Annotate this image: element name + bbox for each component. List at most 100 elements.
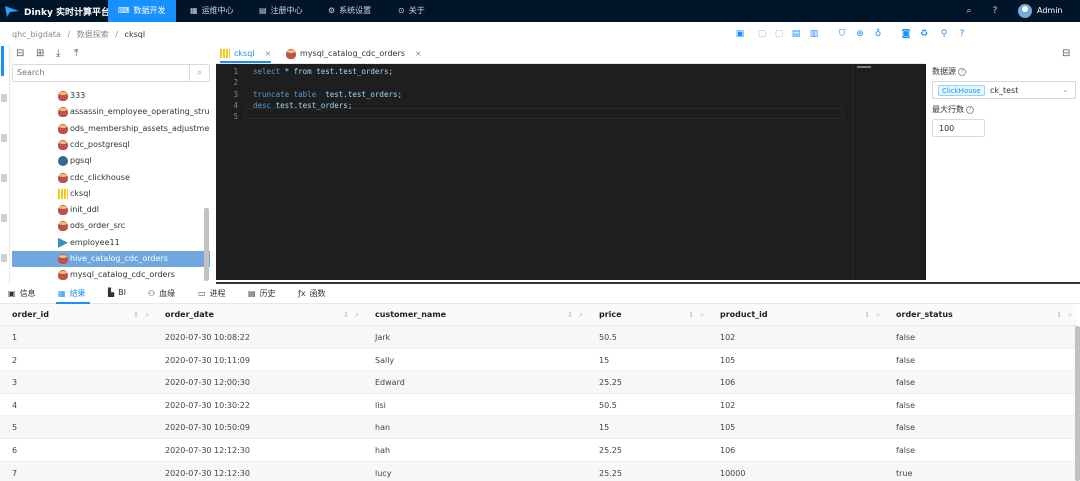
save-icon[interactable]: ▤ — [790, 28, 802, 40]
filter-icon[interactable]: ⌕ — [700, 304, 704, 326]
table-cell: 15 — [599, 355, 610, 365]
new-file-icon[interactable]: ⊞ — [36, 48, 44, 59]
upload-icon[interactable]: ⤒ — [74, 48, 78, 59]
sort-icon[interactable]: ⇕ — [864, 304, 870, 326]
filter-icon[interactable]: ⌕ — [145, 304, 149, 326]
nav-item-data-dev[interactable]: ⌨ 数据开发 — [108, 0, 176, 22]
table-row[interactable]: 3 2020-07-30 12:00:30 Edward 25.25 106 false — [0, 371, 1076, 394]
tree-item[interactable]: init_ddl — [12, 202, 210, 218]
column-header[interactable]: order_date ⇕ ⌕ — [153, 304, 363, 326]
maxrows-input[interactable]: 100 — [932, 119, 985, 137]
sort-icon[interactable]: ⇕ — [133, 304, 139, 326]
tab-process[interactable]: ▭ 进程 — [198, 288, 226, 299]
tree-item[interactable]: ods_order_src — [12, 218, 210, 234]
nav-item-about[interactable]: ⊙ 关于 — [388, 0, 435, 22]
table-row[interactable]: 4 2020-07-30 10:30:22 lisi 50.5 102 false — [0, 394, 1076, 417]
search-icon[interactable]: ⌕ — [189, 65, 209, 81]
table-cell: false — [896, 423, 916, 433]
tree-item[interactable]: cdc_clickhouse — [12, 170, 210, 186]
sql-editor[interactable]: 1 select * from test.test_orders; 2 3 trunca… — [216, 64, 926, 280]
table-row[interactable]: 6 2020-07-30 12:12:30 hah 25.25 106 false — [0, 439, 1076, 462]
datasource-select[interactable]: ClickHouse ck_test ⌄ — [932, 81, 1076, 99]
help-circle-icon[interactable]: ? — [956, 28, 968, 40]
tree-item[interactable]: mysql_catalog_cdc_orders — [12, 267, 210, 283]
tree-item[interactable]: assassin_employee_operating_structure — [12, 104, 210, 120]
datasource-value: ck_test — [990, 86, 1019, 95]
filter-icon[interactable]: ⌕ — [1068, 304, 1072, 326]
file-icon[interactable]: ▢ — [756, 28, 768, 40]
side-tab[interactable] — [1, 214, 7, 222]
folder-icon[interactable]: ⊟ — [16, 48, 24, 59]
table-cell: 2020-07-30 10:08:22 — [165, 333, 250, 342]
download-icon[interactable]: ⤓ — [56, 48, 60, 59]
minimap[interactable] — [852, 64, 926, 280]
tree-item[interactable]: pgsql — [12, 153, 210, 169]
side-tab[interactable] — [1, 134, 7, 142]
bar-chart-icon: ▙ — [108, 288, 115, 297]
export-icon[interactable]: ▥ — [808, 28, 820, 40]
tree-item[interactable]: cdc_postgresql — [12, 137, 210, 153]
table-row[interactable]: 7 2020-07-30 12:12:30 lucy 25.25 10000 true — [0, 461, 1076, 481]
sort-icon[interactable]: ⇕ — [343, 304, 349, 326]
close-icon[interactable]: × — [415, 49, 422, 58]
check-icon[interactable]: ⛉ — [836, 28, 848, 40]
link-icon[interactable]: ⚲ — [938, 28, 950, 40]
search-icon[interactable]: ⌕ — [962, 4, 976, 18]
sort-icon[interactable]: ⇕ — [688, 304, 694, 326]
tree-item[interactable]: employee11 — [12, 235, 210, 251]
side-tab[interactable] — [1, 94, 7, 102]
copy-icon[interactable]: ▢ — [773, 28, 785, 40]
tree-item[interactable]: cksql — [12, 186, 210, 202]
side-tab[interactable] — [1, 174, 7, 182]
tree-scrollbar[interactable] — [204, 208, 209, 281]
column-header[interactable]: customer_name ⇕ ⌕ — [363, 304, 587, 326]
table-cell: 102 — [720, 333, 736, 342]
tab-bi[interactable]: ▙ BI — [108, 288, 126, 297]
breadcrumb-item[interactable]: 数据探索 — [77, 30, 109, 39]
avatar[interactable] — [1018, 4, 1032, 18]
column-header[interactable]: order_id ⇕ ⌕ — [0, 304, 153, 326]
breadcrumb-item[interactable]: qhc_bigdata — [12, 30, 61, 39]
submit-icon[interactable]: ♁ — [872, 28, 884, 40]
sort-icon[interactable]: ⇕ — [567, 304, 573, 326]
table-row[interactable]: 5 2020-07-30 10:50:09 han 15 105 false — [0, 416, 1076, 439]
camera-icon[interactable]: ◙ — [900, 28, 912, 40]
code-text: test.test_orders; — [316, 89, 403, 99]
tree-item[interactable]: 333 — [12, 88, 210, 104]
tab-lineage[interactable]: ⚇ 血缘 — [148, 288, 175, 299]
nav-item-ops-center[interactable]: ▦ 运维中心 — [180, 0, 244, 22]
filter-icon[interactable]: ⌕ — [355, 304, 359, 326]
tree-item[interactable]: hive_catalog_cdc_orders — [12, 251, 210, 267]
code-text: * from test.test_orders; — [280, 67, 393, 76]
run-icon[interactable]: ⊕ — [854, 28, 866, 40]
side-tab[interactable] — [1, 254, 7, 262]
sort-icon[interactable]: ⇕ — [1056, 304, 1062, 326]
close-icon[interactable]: × — [265, 49, 272, 58]
tab-info[interactable]: ▣ 信息 — [8, 288, 36, 299]
table-row[interactable]: 1 2020-07-30 10:08:22 Jark 50.5 102 false — [0, 326, 1076, 349]
tree-item[interactable]: ods_membership_assets_adjustment_gr — [12, 121, 210, 137]
column-header[interactable]: price ⇕ ⌕ — [587, 304, 708, 326]
tab-mysql-catalog[interactable]: mysql_catalog_cdc_orders × — [286, 44, 422, 63]
tab-functions[interactable]: ƒx 函数 — [298, 288, 326, 299]
delete-icon[interactable]: ♻ — [918, 28, 930, 40]
nav-item-registry[interactable]: ▤ 注册中心 — [249, 0, 313, 22]
minimap-slider[interactable] — [857, 66, 871, 68]
column-header[interactable]: product_id ⇕ ⌕ — [708, 304, 884, 326]
table-row[interactable]: 2 2020-07-30 10:11:09 Sally 15 105 false — [0, 349, 1076, 372]
console-icon[interactable]: ▣ — [734, 28, 746, 40]
tab-results[interactable]: ▦ 结果 — [58, 288, 86, 299]
column-header[interactable]: order_status ⇕ ⌕ — [884, 304, 1076, 326]
nav-item-settings[interactable]: ⚙ 系统设置 — [318, 0, 381, 22]
filter-icon[interactable]: ⌕ — [579, 304, 583, 326]
filter-icon[interactable]: ⌕ — [876, 304, 880, 326]
collapse-panel-icon[interactable]: ⊟ — [1062, 48, 1070, 59]
tree-search-input[interactable] — [17, 68, 187, 77]
table-cell: false — [896, 400, 916, 410]
table-cell: 25.25 — [599, 468, 622, 478]
tab-cksql[interactable]: cksql × — [220, 44, 272, 63]
table-scrollbar[interactable] — [1075, 326, 1080, 481]
help-icon[interactable]: ? — [988, 4, 1002, 18]
user-name[interactable]: Admin — [1037, 6, 1063, 15]
tab-history[interactable]: ▤ 历史 — [248, 288, 276, 299]
